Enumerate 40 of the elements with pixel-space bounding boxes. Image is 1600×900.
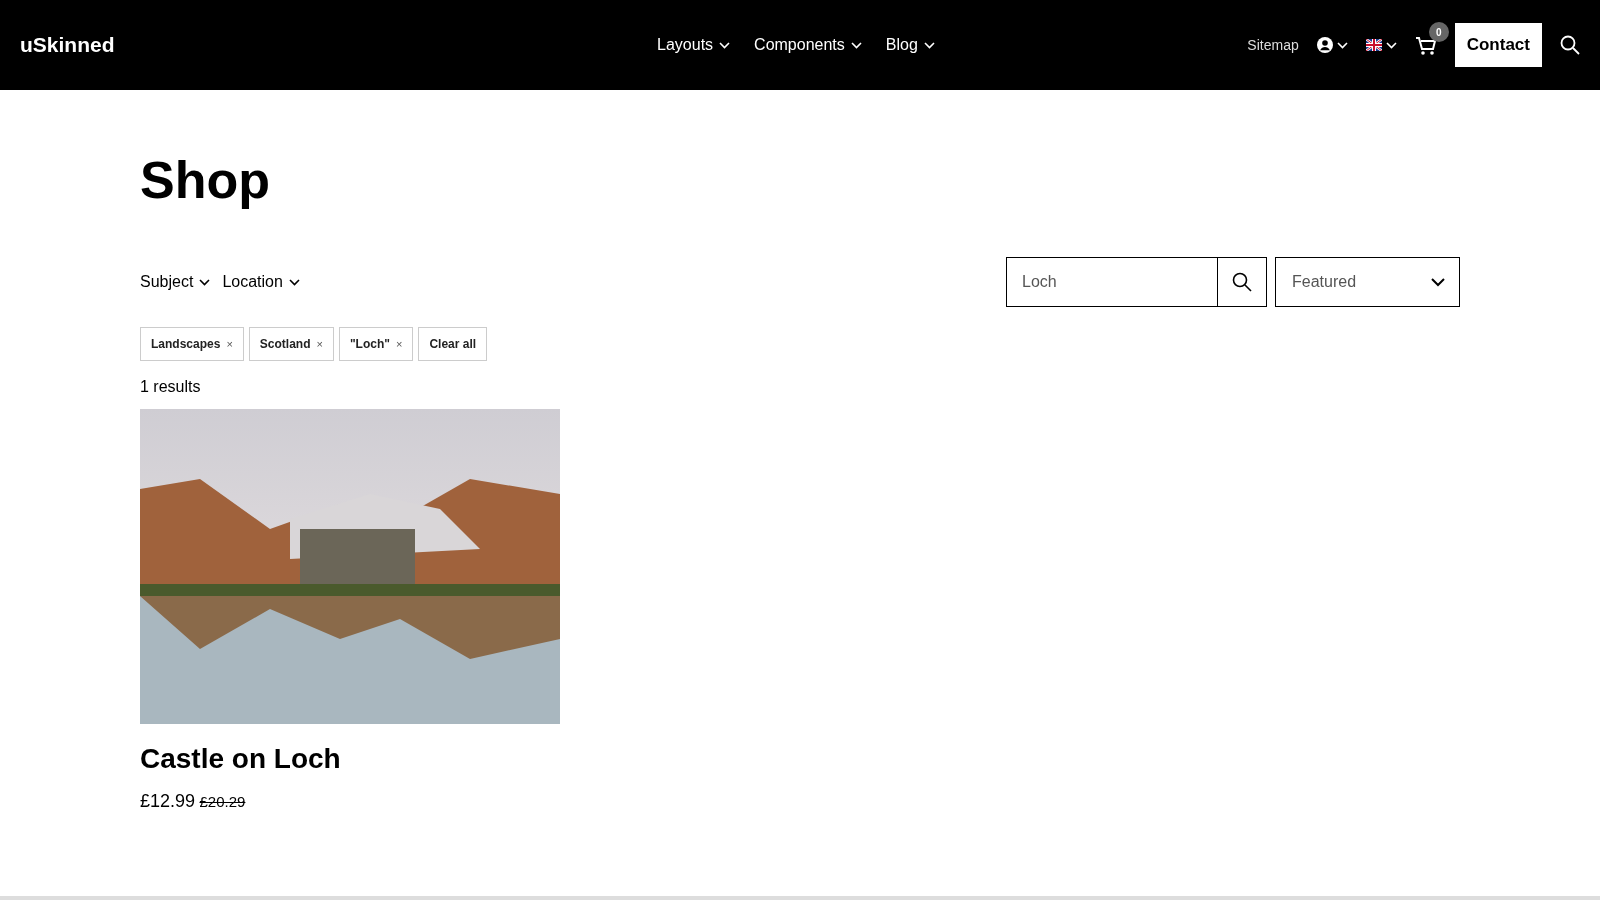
remove-icon[interactable]: × — [395, 335, 403, 353]
nav-menu-item[interactable]: Blog — [885, 33, 935, 57]
contact-button[interactable]: Contact — [1454, 23, 1542, 67]
remove-icon[interactable]: × — [316, 335, 323, 353]
chevron-down-icon — [719, 41, 731, 49]
language-menu[interactable] — [1365, 39, 1397, 51]
chevron-down-icon — [1431, 277, 1445, 287]
user-icon — [1316, 37, 1333, 53]
chevron-down-icon — [199, 278, 211, 286]
cart-count-badge: 0 — [1428, 22, 1449, 42]
results-count: 1 results — [140, 377, 202, 398]
page-title: Shop — [140, 152, 271, 210]
remove-icon[interactable]: × — [226, 335, 233, 353]
nav-menu-item[interactable]: Layouts — [657, 33, 731, 57]
search-button[interactable] — [1217, 257, 1267, 308]
clear-all-button[interactable]: Clear all — [418, 327, 488, 362]
sitemap-link[interactable]: Sitemap — [1247, 34, 1299, 56]
chevron-down-icon — [850, 41, 862, 49]
nav-menu-item[interactable]: Components — [754, 33, 862, 57]
cart-icon[interactable] — [1414, 35, 1437, 56]
search-field[interactable]: Loch — [1006, 257, 1217, 308]
filter-dropdown[interactable]: Location — [222, 270, 300, 295]
search-icon[interactable] — [1560, 35, 1580, 55]
original-price: £20.29 — [199, 793, 246, 811]
filter-dropdown[interactable]: Subject — [140, 270, 211, 295]
account-menu[interactable] — [1316, 37, 1348, 53]
chevron-down-icon — [923, 41, 935, 49]
chevron-down-icon — [1385, 41, 1397, 49]
product-price: £12.99 — [140, 791, 196, 812]
filter-chip[interactable]: "Loch" × — [338, 327, 414, 362]
sort-dropdown[interactable]: Featured — [1275, 257, 1460, 308]
filter-chip[interactable]: Scotland × — [248, 327, 334, 362]
flag-icon — [1365, 39, 1382, 51]
product-title[interactable]: Castle on Loch — [140, 738, 560, 781]
search-icon — [1232, 272, 1252, 293]
filter-chip[interactable]: Landscapes × — [140, 327, 244, 362]
site-logo[interactable]: uSkinned — [20, 29, 115, 61]
chevron-down-icon — [288, 278, 300, 286]
photo-placeholder[interactable] — [140, 409, 560, 725]
chevron-down-icon — [1336, 41, 1348, 49]
